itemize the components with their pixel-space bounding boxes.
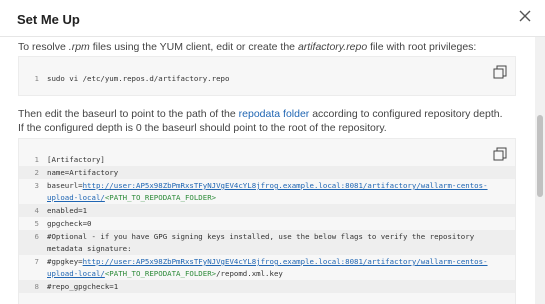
edit-instructions-line2: If the configured depth is 0 the baseurl… <box>18 122 387 134</box>
repodata-folder-link[interactable]: repodata folder <box>239 108 310 120</box>
code-block-command: 1 sudo vi /etc/yum.repos.d/artifactory.r… <box>18 56 516 96</box>
gpgkey-link-cont[interactable]: upload-local/ <box>47 269 105 278</box>
dialog-header: Set Me Up <box>0 0 545 37</box>
dialog-body: To resolve .rpm files using the YUM clie… <box>0 37 532 304</box>
code-line-continuation: upload-local/<PATH_TO_REPODATA_FOLDER>/r… <box>47 269 283 278</box>
code-line: 4 enabled=1 <box>19 204 515 217</box>
scrollbar[interactable] <box>535 37 545 304</box>
code-line: 1 sudo vi /etc/yum.repos.d/artifactory.r… <box>34 74 230 83</box>
code-line: 8 #repo_gpgcheck=1 <box>19 280 515 293</box>
code-line: 5 gpgcheck=0 <box>34 219 92 228</box>
dialog-title: Set Me Up <box>17 12 80 27</box>
intro-text: To resolve .rpm files using the YUM clie… <box>18 41 477 53</box>
code-line-continuation: metadata signature: <box>19 242 515 255</box>
scrollbar-thumb[interactable] <box>537 115 543 197</box>
baseurl-link[interactable]: http://user:AP5x98ZbPmRxsTFyNJVgEV4cYL8j… <box>83 181 488 190</box>
code-line: 1 [Artifactory] <box>34 155 105 164</box>
baseurl-link-cont[interactable]: upload-local/ <box>47 193 105 202</box>
edit-instructions-line1: Then edit the baseurl to point to the pa… <box>18 108 503 120</box>
close-icon[interactable] <box>517 8 533 24</box>
code-line-continuation: upload-local/<PATH_TO_REPODATA_FOLDER> <box>47 193 217 202</box>
code-block-repo-config: 1 [Artifactory] 2 name=Artifactory 3 baseur… <box>18 138 516 304</box>
gpgkey-link[interactable]: http://user:AP5x98ZbPmRxsTFyNJVgEV4cYL8j… <box>83 257 488 266</box>
code-line: 2 name=Artifactory <box>19 166 515 179</box>
